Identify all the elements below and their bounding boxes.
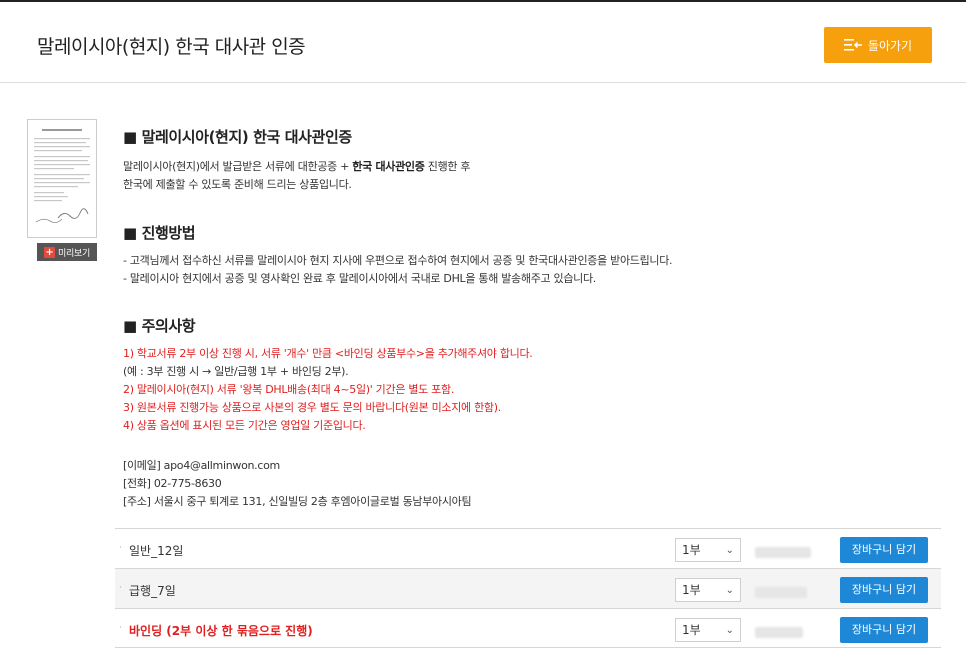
contact-phone: [전화] 02-775-8630 (123, 477, 222, 490)
zoom-plus-icon: + (44, 246, 56, 258)
contact-address: [주소] 서울시 중구 퇴계로 131, 신일빌딩 2층 후엠아이글로벌 동남부… (123, 495, 472, 508)
section-heading-process: ■ 진행방법 (123, 224, 196, 242)
notice-1-example: (예 : 3부 진행 시 → 일반/급행 1부 + 바인딩 2부). (123, 365, 349, 378)
section-heading-notice: ■ 주의사항 (123, 317, 196, 335)
quantity-select[interactable]: 1부 ⌄ (675, 578, 741, 602)
option-row: · 일반_12일 1부 ⌄ 장바구니 담기 (115, 528, 941, 568)
option-row: · 급행_7일 1부 ⌄ 장바구니 담기 (115, 568, 941, 608)
intro-line-1: 말레이시아(현지)에서 발급받은 서류에 대한공증 + 한국 대사관인증 진행한… (123, 160, 471, 173)
chevron-down-icon: ⌄ (725, 625, 734, 636)
process-line-2: - 말레이시아 현지에서 공증 및 영사확인 완료 후 말레이시아에서 국내로 … (123, 272, 597, 285)
quantity-select[interactable]: 1부 ⌄ (675, 618, 741, 642)
price-blurred (755, 583, 825, 598)
add-to-cart-button[interactable]: 장바구니 담기 (840, 577, 928, 603)
option-row: · 바인딩 (2부 이상 한 묶음으로 진행) 1부 ⌄ 장바구니 담기 (115, 608, 941, 648)
quantity-value: 1부 (682, 583, 701, 597)
preview-button[interactable]: + 미리보기 (37, 243, 97, 261)
chevron-down-icon: ⌄ (725, 545, 734, 556)
option-name: 급행_7일 (129, 584, 176, 598)
option-name: 바인딩 (2부 이상 한 묶음으로 진행) (129, 624, 313, 638)
list-back-icon (843, 38, 864, 52)
add-to-cart-button[interactable]: 장바구니 담기 (840, 617, 928, 643)
section-heading-intro: ■ 말레이시아(현지) 한국 대사관인증 (123, 128, 352, 146)
quantity-select[interactable]: 1부 ⌄ (675, 538, 741, 562)
document-preview-image (34, 129, 90, 223)
bullet-dot: · (119, 583, 122, 593)
bullet-dot: · (119, 623, 122, 633)
page-title: 말레이시아(현지) 한국 대사관 인증 (37, 36, 306, 58)
intro-line-2: 한국에 제출할 수 있도록 준비해 드리는 상품입니다. (123, 178, 352, 191)
price-blurred (755, 623, 825, 638)
process-line-1: - 고객님께서 접수하신 서류를 말레이시아 현지 지사에 우편으로 접수하여 … (123, 254, 673, 267)
back-button[interactable]: 돌아가기 (824, 27, 932, 63)
notice-3: 3) 원본서류 진행가능 상품으로 사본의 경우 별도 문의 바랍니다(원본 미… (123, 401, 501, 414)
add-to-cart-button[interactable]: 장바구니 담기 (840, 537, 928, 563)
bullet-dot: · (119, 543, 122, 553)
back-button-label: 돌아가기 (867, 38, 913, 53)
notice-1: 1) 학교서류 2부 이상 진행 시, 서류 '개수' 만큼 <바인딩 상품부수… (123, 347, 533, 360)
price-blurred (755, 543, 825, 558)
page-header: 말레이시아(현지) 한국 대사관 인증 돌아가기 (0, 4, 966, 83)
chevron-down-icon: ⌄ (725, 585, 734, 596)
option-name: 일반_12일 (129, 544, 184, 558)
notice-2: 2) 말레이시아(현지) 서류 '왕복 DHL배송(최대 4~5일)' 기간은 … (123, 383, 455, 396)
preview-button-label: 미리보기 (58, 248, 90, 259)
quantity-value: 1부 (682, 543, 701, 557)
quantity-value: 1부 (682, 623, 701, 637)
notice-4: 4) 상품 옵션에 표시된 모든 기간은 영업일 기준입니다. (123, 419, 366, 432)
document-thumbnail[interactable] (27, 119, 97, 238)
contact-email: [이메일] apo4@allminwon.com (123, 459, 280, 472)
